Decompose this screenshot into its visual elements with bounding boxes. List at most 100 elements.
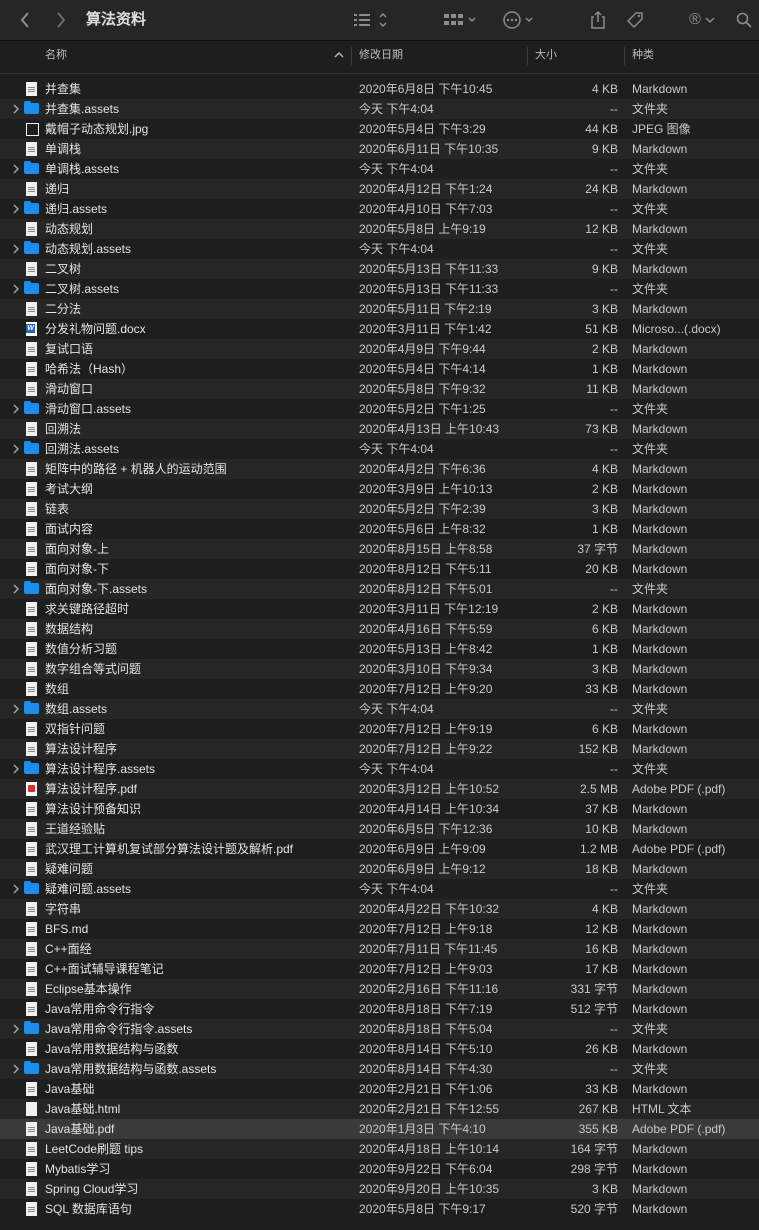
file-name: 回溯法 (45, 422, 82, 436)
column-name[interactable]: 名称 (45, 41, 67, 73)
folder-row[interactable]: 面向对象-下.assets 2020年8月12日 下午5:01 -- 文件夹 (0, 579, 759, 599)
search-button[interactable] (734, 0, 754, 40)
disclosure-triangle-icon[interactable] (10, 199, 22, 219)
file-row[interactable]: Java常用数据结构与函数 2020年8月14日 下午5:10 26 KB Markd… (0, 1039, 759, 1059)
sort-ascending-icon[interactable] (334, 51, 344, 59)
folder-row[interactable]: 二叉树.assets 2020年5月13日 下午11:33 -- 文件夹 (0, 279, 759, 299)
disclosure-triangle-icon[interactable] (10, 879, 22, 899)
folder-row[interactable]: 并查集.assets 今天 下午4:04 -- 文件夹 (0, 99, 759, 119)
back-button[interactable] (14, 0, 36, 40)
registered-menu-button[interactable]: ® (684, 0, 720, 40)
disclosure-triangle-icon[interactable] (10, 159, 22, 179)
file-kind: Markdown (632, 342, 688, 356)
group-view-button[interactable] (440, 0, 480, 40)
file-row[interactable]: 哈希法（Hash） 2020年5月4日 下午4:14 1 KB Markdown (0, 359, 759, 379)
file-row[interactable]: 求关键路径超时 2020年3月11日 下午12:19 2 KB Markdown (0, 599, 759, 619)
disclosure-triangle-icon[interactable] (10, 239, 22, 259)
file-row[interactable]: 动态规划 2020年5月8日 上午9:19 12 KB Markdown (0, 219, 759, 239)
disclosure-triangle-icon[interactable] (10, 279, 22, 299)
file-row[interactable]: 数组 2020年7月12日 上午9:20 33 KB Markdown (0, 679, 759, 699)
folder-row[interactable]: 算法设计程序.assets 今天 下午4:04 -- 文件夹 (0, 759, 759, 779)
file-row[interactable]: Java基础 2020年2月21日 下午1:06 33 KB Markdown (0, 1079, 759, 1099)
disclosure-triangle-icon[interactable] (10, 1059, 22, 1079)
file-row[interactable]: Mybatis学习 2020年9月22日 下午6:04 298 字节 Markdown (0, 1159, 759, 1179)
file-row[interactable]: 滑动窗口 2020年5月8日 下午9:32 11 KB Markdown (0, 379, 759, 399)
file-row[interactable]: Eclipse基本操作 2020年2月16日 下午11:16 331 字节 Markd… (0, 979, 759, 999)
file-row[interactable]: 算法设计程序.pdf 2020年3月12日 上午10:52 2.5 MB Adobe … (0, 779, 759, 799)
file-size: -- (610, 202, 618, 216)
column-divider[interactable] (351, 47, 352, 65)
file-row[interactable]: BFS.md 2020年7月12日 上午9:18 12 KB Markdown (0, 919, 759, 939)
file-row[interactable]: 算法设计预备知识 2020年4月14日 上午10:34 37 KB Markdown (0, 799, 759, 819)
column-divider[interactable] (624, 47, 625, 65)
document-icon (24, 362, 39, 376)
action-button[interactable] (500, 0, 540, 40)
file-row[interactable]: 武汉理工计算机复试部分算法设计题及解析.pdf 2020年6月9日 上午9:09 1… (0, 839, 759, 859)
file-row[interactable]: Spring Cloud学习 2020年9月20日 上午10:35 3 KB Mark… (0, 1179, 759, 1199)
file-row[interactable]: 并查集 2020年6月8日 下午10:45 4 KB Markdown (0, 79, 759, 99)
file-row[interactable]: 双指针问题 2020年7月12日 上午9:19 6 KB Markdown (0, 719, 759, 739)
file-row[interactable]: 二分法 2020年5月11日 下午2:19 3 KB Markdown (0, 299, 759, 319)
file-row[interactable]: SQL 数据库语句 2020年5月8日 下午9:17 520 字节 Markdown (0, 1199, 759, 1219)
file-row[interactable]: 单调栈 2020年6月11日 下午10:35 9 KB Markdown (0, 139, 759, 159)
disclosure-triangle-icon[interactable] (10, 399, 22, 419)
folder-row[interactable]: 疑难问题.assets 今天 下午4:04 -- 文件夹 (0, 879, 759, 899)
file-row[interactable]: 疑难问题 2020年6月9日 上午9:12 18 KB Markdown (0, 859, 759, 879)
file-row[interactable]: Java常用命令行指令 2020年8月18日 下午7:19 512 字节 Markdo… (0, 999, 759, 1019)
folder-row[interactable]: 滑动窗口.assets 2020年5月2日 下午1:25 -- 文件夹 (0, 399, 759, 419)
folder-row[interactable]: 动态规划.assets 今天 下午4:04 -- 文件夹 (0, 239, 759, 259)
folder-row[interactable]: 回溯法.assets 今天 下午4:04 -- 文件夹 (0, 439, 759, 459)
file-name: 二叉树.assets (45, 282, 120, 296)
file-row[interactable]: 二叉树 2020年5月13日 下午11:33 9 KB Markdown (0, 259, 759, 279)
folder-row[interactable]: 单调栈.assets 今天 下午4:04 -- 文件夹 (0, 159, 759, 179)
file-row[interactable]: 算法设计程序 2020年7月12日 上午9:22 152 KB Markdown (0, 739, 759, 759)
disclosure-triangle-icon[interactable] (10, 699, 22, 719)
file-row[interactable]: Java基础.pdf 2020年1月3日 下午4:10 355 KB Adobe PD… (0, 1119, 759, 1139)
tag-button[interactable] (622, 0, 648, 40)
modified-date: 2020年7月11日 下午11:45 (359, 942, 498, 956)
disclosure-triangle-icon[interactable] (10, 99, 22, 119)
file-row[interactable]: 王道经验贴 2020年6月5日 下午12:36 10 KB Markdown (0, 819, 759, 839)
file-row[interactable]: 分发礼物问题.docx 2020年3月11日 下午1:42 51 KB Microso… (0, 319, 759, 339)
file-kind: Markdown (632, 142, 688, 156)
folder-row[interactable]: 递归.assets 2020年4月10日 下午7:03 -- 文件夹 (0, 199, 759, 219)
file-row[interactable]: 链表 2020年5月2日 下午2:39 3 KB Markdown (0, 499, 759, 519)
disclosure-triangle-icon[interactable] (10, 1019, 22, 1039)
document-icon (24, 1162, 39, 1176)
file-row[interactable]: 数值分析习题 2020年5月13日 上午8:42 1 KB Markdown (0, 639, 759, 659)
file-row[interactable]: C++面试辅导课程笔记 2020年7月12日 上午9:03 17 KB Markdow… (0, 959, 759, 979)
file-row[interactable]: 面试内容 2020年5月6日 上午8:32 1 KB Markdown (0, 519, 759, 539)
file-row[interactable]: 考试大纲 2020年3月9日 上午10:13 2 KB Markdown (0, 479, 759, 499)
file-row[interactable]: 数据结构 2020年4月16日 下午5:59 6 KB Markdown (0, 619, 759, 639)
file-kind: Markdown (632, 82, 688, 96)
file-row[interactable]: 数字组合等式问题 2020年3月10日 下午9:34 3 KB Markdown (0, 659, 759, 679)
column-size[interactable]: 大小 (535, 41, 557, 73)
disclosure-triangle-icon[interactable] (10, 759, 22, 779)
disclosure-triangle-icon[interactable] (10, 439, 22, 459)
share-button[interactable] (586, 0, 610, 40)
column-kind[interactable]: 种类 (632, 41, 654, 73)
file-row[interactable]: LeetCode刷题 tips 2020年4月18日 上午10:14 164 字节 M… (0, 1139, 759, 1159)
file-size: 12 KB (585, 222, 618, 236)
folder-row[interactable]: Java常用命令行指令.assets 2020年8月18日 下午5:04 -- 文件夹 (0, 1019, 759, 1039)
file-row[interactable]: 回溯法 2020年4月13日 上午10:43 73 KB Markdown (0, 419, 759, 439)
forward-button[interactable] (50, 0, 72, 40)
file-row[interactable]: Java基础.html 2020年2月21日 下午12:55 267 KB HTML … (0, 1099, 759, 1119)
file-row[interactable]: C++面经 2020年7月11日 下午11:45 16 KB Markdown (0, 939, 759, 959)
file-row[interactable]: 复试口语 2020年4月9日 下午9:44 2 KB Markdown (0, 339, 759, 359)
file-row[interactable]: 戴帽子动态规划.jpg 2020年5月4日 下午3:29 44 KB JPEG 图像 (0, 119, 759, 139)
file-row[interactable]: 递归 2020年4月12日 下午1:24 24 KB Markdown (0, 179, 759, 199)
list-view-button[interactable] (350, 0, 390, 40)
folder-row[interactable]: 数组.assets 今天 下午4:04 -- 文件夹 (0, 699, 759, 719)
column-date[interactable]: 修改日期 (359, 41, 403, 73)
column-divider[interactable] (527, 47, 528, 65)
file-row[interactable]: 面向对象-下 2020年8月12日 下午5:11 20 KB Markdown (0, 559, 759, 579)
file-row[interactable]: 字符串 2020年4月22日 下午10:32 4 KB Markdown (0, 899, 759, 919)
file-row[interactable]: 矩阵中的路径 + 机器人的运动范围 2020年4月2日 下午6:36 4 KB Mar… (0, 459, 759, 479)
file-row[interactable]: 面向对象-上 2020年8月15日 上午8:58 37 字节 Markdown (0, 539, 759, 559)
disclosure-triangle-icon[interactable] (10, 579, 22, 599)
document-icon (24, 562, 39, 576)
folder-row[interactable]: Java常用数据结构与函数.assets 2020年8月14日 下午4:30 -- 文… (0, 1059, 759, 1079)
